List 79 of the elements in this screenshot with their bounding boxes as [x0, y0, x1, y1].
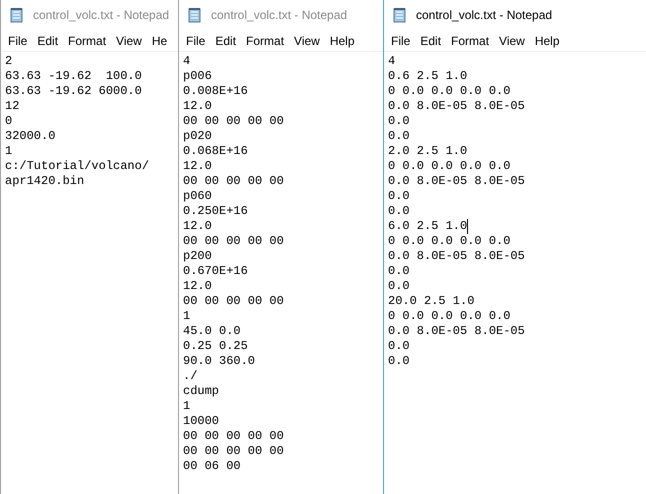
menu-item[interactable]: File	[386, 32, 416, 50]
menu-item[interactable]: View	[111, 32, 147, 50]
text-line: 0.068E+16	[183, 144, 248, 159]
text-line: 1	[5, 144, 12, 159]
text-line: 4	[388, 54, 396, 69]
menu-item[interactable]: Format	[63, 32, 112, 50]
text-line: 63.63 -19.62 100.0	[5, 69, 142, 84]
menu-item[interactable]: Format	[446, 32, 494, 50]
text-line: 0.0	[388, 339, 410, 354]
text-line: 1	[183, 399, 190, 414]
text-line: 00 00 00 00 00	[183, 294, 284, 309]
menu-item[interactable]: Help	[530, 32, 565, 50]
text-line: p006	[183, 69, 212, 84]
window-title: control_volc.txt - Notepad	[416, 7, 552, 24]
text-line: 12.0	[183, 219, 212, 234]
text-line: 00 00 00 00 00	[183, 429, 284, 444]
text-line: p060	[183, 189, 212, 204]
text-line: 0	[5, 114, 12, 129]
text-line: 10000	[183, 414, 220, 429]
notepad-icon	[9, 7, 25, 23]
menu-item[interactable]: File	[3, 32, 32, 50]
text-line: 00 06 00	[183, 459, 241, 474]
text-line: 0.0	[388, 264, 410, 279]
text-line: 0.0	[388, 114, 410, 129]
text-line: 20.0 2.5 1.0	[388, 294, 474, 309]
text-line: 90.0 360.0	[183, 354, 256, 369]
menu-item[interactable]: Edit	[415, 32, 446, 50]
text-line: 12	[5, 99, 20, 114]
text-line: 63.63 -19.62 6000.0	[5, 84, 142, 99]
text-line: 00 00 00 00 00	[183, 444, 284, 459]
text-line: 00 00 00 00 00	[183, 234, 284, 249]
text-line: 12.0	[183, 159, 212, 174]
text-line: p200	[183, 249, 212, 264]
notepad-icon	[392, 7, 408, 23]
text-line: 0.670E+16	[183, 264, 248, 279]
menu-item[interactable]: View	[494, 32, 530, 50]
text-line: c:/Tutorial/volcano/	[5, 159, 150, 174]
text-line: 0.0	[388, 204, 410, 219]
notepad-icon	[187, 7, 203, 23]
text-line: 6.0 2.5 1.0	[388, 219, 468, 234]
text-line: 4	[183, 54, 190, 69]
text-line: p020	[183, 129, 212, 144]
menu-item[interactable]: He	[146, 32, 172, 50]
text-line: 00 00 00 00 00	[183, 114, 284, 129]
text-line: 0 0.0 0.0 0.0 0.0	[388, 84, 510, 99]
text-line: 0 0.0 0.0 0.0 0.0	[388, 159, 510, 174]
window-title: control_volc.txt - Notepad	[211, 7, 348, 24]
text-line: 0.250E+16	[183, 204, 248, 219]
text-line: 2	[5, 54, 12, 69]
menu-item[interactable]: View	[289, 32, 325, 50]
menu-item[interactable]: Edit	[210, 32, 242, 50]
text-line: cdump	[183, 384, 220, 399]
menu-item[interactable]: Format	[241, 32, 290, 50]
text-line: 0.0 8.0E-05 8.0E-05	[388, 249, 525, 264]
text-line: 00 00 00 00 00	[183, 174, 284, 189]
text-line: 0.008E+16	[183, 84, 248, 99]
menu-item[interactable]: Edit	[32, 32, 64, 50]
text-line: 0.0	[388, 354, 410, 369]
text-line: 0.6 2.5 1.0	[388, 69, 468, 84]
text-line: 1	[183, 309, 190, 324]
menu-item[interactable]: Help	[324, 32, 360, 50]
text-line: 0.0 8.0E-05 8.0E-05	[388, 99, 525, 114]
text-line: 0.0	[388, 129, 410, 144]
text-line: 32000.0	[5, 129, 56, 144]
text-line: 0.0	[388, 279, 410, 294]
text-line: 0.25 0.25	[183, 339, 248, 354]
text-line: 0 0.0 0.0 0.0 0.0	[388, 309, 510, 324]
text-line: 0.0	[388, 189, 410, 204]
text-line: ./	[183, 369, 198, 384]
text-line: 2.0 2.5 1.0	[388, 144, 468, 159]
text-line: 12.0	[183, 99, 212, 114]
text-line: 45.0 0.0	[183, 324, 241, 339]
text-line: 0 0.0 0.0 0.0 0.0	[388, 234, 510, 249]
text-line: 12.0	[183, 279, 212, 294]
text-line: apr1420.bin	[5, 174, 84, 189]
menu-item[interactable]: File	[181, 32, 210, 50]
window-title: control_volc.txt - Notepad	[33, 7, 170, 24]
text-line: 0.0 8.0E-05 8.0E-05	[388, 324, 525, 339]
text-line: 0.0 8.0E-05 8.0E-05	[388, 174, 525, 189]
